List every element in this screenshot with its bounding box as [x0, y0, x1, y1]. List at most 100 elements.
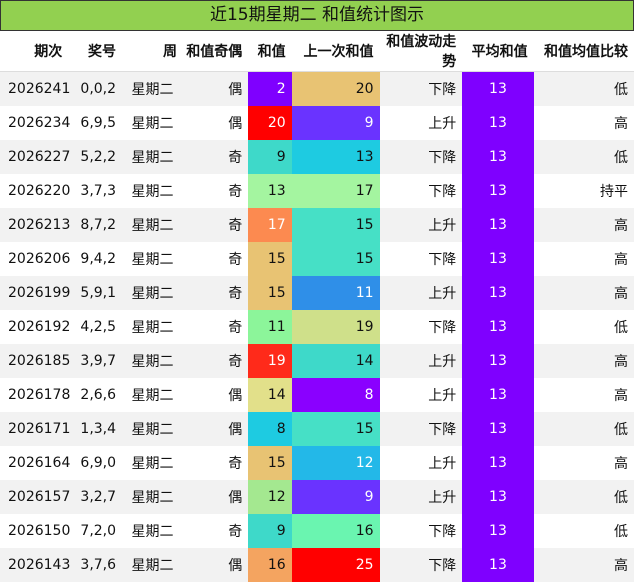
cell-trend: 下降 — [379, 514, 463, 548]
cell-sum: 11 — [248, 310, 292, 344]
table-row: 2026220 3,7,3 星期二奇 13 17 下降 13 持平 — [0, 174, 634, 208]
cell-week: 星期二 — [122, 174, 184, 208]
cell-sum: 15 — [248, 276, 292, 310]
header-cmp: 和值均值比较 — [533, 31, 634, 72]
cell-week: 星期二 — [122, 412, 184, 446]
cell-trend: 上升 — [379, 344, 463, 378]
cell-cmp: 持平 — [533, 174, 634, 208]
cell-nums: 5,9,1 — [68, 276, 123, 310]
cell-week: 星期二 — [122, 548, 184, 582]
cell-trend: 上升 — [379, 378, 463, 412]
cell-issue: 2026199 — [0, 276, 70, 310]
sum-stats-table: 期次 奖号 周 和值奇偶 和值 上一次和值 和值波动走势 平均和值 和值均值比较… — [0, 31, 634, 582]
cell-sum: 15 — [248, 446, 292, 480]
cell-avg: 13 — [462, 412, 534, 446]
cell-nums: 6,9,5 — [68, 106, 123, 140]
cell-cmp: 高 — [533, 276, 634, 310]
cell-avg: 13 — [462, 310, 534, 344]
cell-cmp: 高 — [533, 208, 634, 242]
cell-parity: 偶 — [183, 480, 249, 514]
chart-title: 近15期星期二 和值统计图示 — [0, 0, 634, 31]
header-trend: 和值波动走势 — [379, 31, 463, 72]
cell-trend: 上升 — [379, 446, 463, 480]
cell-avg: 13 — [462, 514, 534, 548]
cell-issue: 2026178 — [0, 378, 70, 412]
header-prev: 上一次和值 — [291, 31, 380, 72]
cell-avg: 13 — [462, 208, 534, 242]
table-row: 2026157 3,2,7 星期二偶 12 9 上升 13 低 — [0, 480, 634, 514]
cell-trend: 下降 — [379, 412, 463, 446]
cell-issue: 2026227 — [0, 140, 70, 174]
cell-cmp: 高 — [533, 378, 634, 412]
cell-issue: 2026213 — [0, 208, 70, 242]
header-sum: 和值 — [248, 31, 292, 72]
cell-prev: 15 — [291, 208, 380, 242]
cell-trend: 下降 — [379, 310, 463, 344]
cell-week: 星期二 — [122, 514, 184, 548]
cell-prev: 17 — [291, 174, 380, 208]
table-row: 2026192 4,2,5 星期二奇 11 19 下降 13 低 — [0, 310, 634, 344]
cell-sum: 9 — [248, 514, 292, 548]
cell-nums: 9,4,2 — [68, 242, 123, 276]
cell-nums: 1,3,4 — [68, 412, 123, 446]
cell-week: 星期二 — [122, 276, 184, 310]
cell-week: 星期二 — [122, 140, 184, 174]
cell-avg: 13 — [462, 446, 534, 480]
header-parity: 和值奇偶 — [183, 31, 249, 72]
cell-trend: 下降 — [379, 140, 463, 174]
cell-week: 星期二 — [122, 106, 184, 140]
cell-trend: 下降 — [379, 242, 463, 276]
table-row: 2026227 5,2,2 星期二奇 9 13 下降 13 低 — [0, 140, 634, 174]
cell-nums: 6,9,0 — [68, 446, 123, 480]
cell-nums: 0,0,2 — [68, 71, 123, 106]
cell-issue: 2026185 — [0, 344, 70, 378]
cell-prev: 15 — [291, 412, 380, 446]
cell-avg: 13 — [462, 71, 534, 106]
cell-avg: 13 — [462, 276, 534, 310]
cell-trend: 上升 — [379, 276, 463, 310]
cell-nums: 7,2,0 — [68, 514, 123, 548]
cell-sum: 9 — [248, 140, 292, 174]
cell-sum: 20 — [248, 106, 292, 140]
cell-prev: 25 — [291, 548, 380, 582]
cell-sum: 8 — [248, 412, 292, 446]
header-avg: 平均和值 — [462, 31, 534, 72]
cell-cmp: 高 — [533, 106, 634, 140]
table-row: 2026185 3,9,7 星期二奇 19 14 上升 13 高 — [0, 344, 634, 378]
cell-trend: 下降 — [379, 71, 463, 106]
table-row: 2026150 7,2,0 星期二奇 9 16 下降 13 低 — [0, 514, 634, 548]
header-week: 周 — [122, 31, 184, 72]
table-row: 2026143 3,7,6 星期二偶 16 25 下降 13 高 — [0, 548, 634, 582]
cell-parity: 偶 — [183, 106, 249, 140]
cell-trend: 上升 — [379, 106, 463, 140]
cell-week: 星期二 — [122, 310, 184, 344]
cell-sum: 14 — [248, 378, 292, 412]
cell-prev: 14 — [291, 344, 380, 378]
cell-cmp: 低 — [533, 310, 634, 344]
cell-parity: 奇 — [183, 208, 249, 242]
cell-avg: 13 — [462, 140, 534, 174]
cell-sum: 12 — [248, 480, 292, 514]
cell-parity: 奇 — [183, 344, 249, 378]
cell-parity: 偶 — [183, 378, 249, 412]
cell-prev: 9 — [291, 106, 380, 140]
table-row: 2026164 6,9,0 星期二奇 15 12 上升 13 高 — [0, 446, 634, 480]
cell-prev: 19 — [291, 310, 380, 344]
cell-sum: 2 — [248, 71, 292, 106]
cell-cmp: 低 — [533, 480, 634, 514]
table-row: 2026213 8,7,2 星期二奇 17 15 上升 13 高 — [0, 208, 634, 242]
cell-week: 星期二 — [122, 446, 184, 480]
cell-week: 星期二 — [122, 480, 184, 514]
header-nums: 奖号 — [68, 31, 123, 72]
cell-cmp: 高 — [533, 446, 634, 480]
cell-nums: 3,7,6 — [68, 548, 123, 582]
cell-sum: 13 — [248, 174, 292, 208]
cell-nums: 2,6,6 — [68, 378, 123, 412]
cell-nums: 4,2,5 — [68, 310, 123, 344]
cell-parity: 奇 — [183, 140, 249, 174]
cell-avg: 13 — [462, 378, 534, 412]
cell-issue: 2026157 — [0, 480, 70, 514]
cell-parity: 奇 — [183, 276, 249, 310]
cell-avg: 13 — [462, 242, 534, 276]
cell-nums: 3,7,3 — [68, 174, 123, 208]
